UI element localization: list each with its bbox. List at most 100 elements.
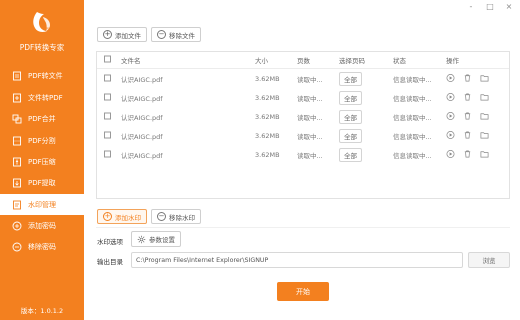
select-pages-button[interactable]: 全部 xyxy=(339,147,362,162)
row-checkbox[interactable] xyxy=(104,74,111,83)
add-password-icon xyxy=(12,221,22,231)
remove-file-button[interactable]: − 移除文件 xyxy=(151,27,201,42)
table-header: 文件名 大小 页数 选择页码 状态 操作 xyxy=(97,52,509,69)
version-label: 版本：1.0.1.2 xyxy=(20,307,64,315)
row-checkbox[interactable] xyxy=(104,93,111,102)
gear-icon xyxy=(137,235,146,244)
close-button[interactable]: × xyxy=(504,2,514,11)
sidebar-item-label: PDF压缩 xyxy=(28,157,56,166)
file-status: 信息读取中... xyxy=(393,132,432,141)
delete-icon[interactable] xyxy=(463,92,472,103)
header-size: 大小 xyxy=(255,57,268,65)
header-status: 状态 xyxy=(393,57,406,65)
table-row[interactable]: 认识AIGC.pdf 3.62MB 读取中... 全部 信息读取中... xyxy=(97,88,509,107)
play-icon[interactable] xyxy=(446,73,455,84)
minus-icon: − xyxy=(157,212,166,221)
folder-icon[interactable] xyxy=(480,92,489,103)
sidebar-item-pdf-merge[interactable]: PDF合并 xyxy=(0,108,84,129)
sidebar-item-file-to-pdf[interactable]: 文件转PDF xyxy=(0,87,84,108)
file-size: 3.62MB xyxy=(255,131,280,140)
file-size: 3.62MB xyxy=(255,93,280,102)
header-name: 文件名 xyxy=(121,57,141,65)
file-pages: 读取中... xyxy=(297,113,323,122)
select-pages-button[interactable]: 全部 xyxy=(339,71,362,86)
file-pages: 读取中... xyxy=(297,75,323,84)
sidebar-item-add-password[interactable]: 添加密码 xyxy=(0,215,84,236)
file-status: 信息读取中... xyxy=(393,75,432,84)
file-status: 信息读取中... xyxy=(393,151,432,160)
file-pages: 读取中... xyxy=(297,94,323,103)
table-row[interactable]: 认识AIGC.pdf 3.62MB 读取中... 全部 信息读取中... xyxy=(97,69,509,88)
settings-button[interactable]: 参数设置 xyxy=(131,231,181,247)
row-checkbox[interactable] xyxy=(104,112,111,121)
output-path-field[interactable]: C:\Program Files\Internet Explorer\SIGNU… xyxy=(131,252,463,268)
delete-icon[interactable] xyxy=(463,111,472,122)
file-name: 认识AIGC.pdf xyxy=(121,94,163,103)
settings-label: 参数设置 xyxy=(149,236,175,244)
maximize-button[interactable]: □ xyxy=(485,2,495,11)
sidebar-item-label: 移除密码 xyxy=(28,242,56,251)
plus-icon: + xyxy=(103,30,112,39)
sidebar-item-pdf-extract[interactable]: PDF提取 xyxy=(0,172,84,193)
sidebar-item-watermark[interactable]: 水印管理 xyxy=(0,194,84,215)
sidebar-item-label: PDF合并 xyxy=(28,114,56,123)
delete-icon[interactable] xyxy=(463,149,472,160)
logo-text: PDF xyxy=(46,27,53,31)
extract-icon xyxy=(12,178,22,188)
add-file-label: 添加文件 xyxy=(115,31,141,40)
remove-password-icon xyxy=(12,242,22,252)
file-status: 信息读取中... xyxy=(393,113,432,122)
play-icon[interactable] xyxy=(446,92,455,103)
sidebar-item-pdf-compress[interactable]: PDF压缩 xyxy=(0,151,84,172)
sidebar-item-label: PDF分割 xyxy=(28,136,56,145)
select-pages-button[interactable]: 全部 xyxy=(339,90,362,105)
table-row[interactable]: 认识AIGC.pdf 3.62MB 读取中... 全部 信息读取中... xyxy=(97,145,509,164)
sidebar-item-label: 水印管理 xyxy=(28,200,56,209)
sidebar-item-remove-password[interactable]: 移除密码 xyxy=(0,236,84,257)
file-size: 3.62MB xyxy=(255,74,280,83)
start-button[interactable]: 开始 xyxy=(277,282,329,301)
file-name: 认识AIGC.pdf xyxy=(121,151,163,160)
folder-icon[interactable] xyxy=(480,73,489,84)
file-pages: 读取中... xyxy=(297,132,323,141)
table-row[interactable]: 认识AIGC.pdf 3.62MB 读取中... 全部 信息读取中... xyxy=(97,126,509,145)
file-convert-icon xyxy=(12,71,22,81)
divider xyxy=(96,227,510,228)
split-icon xyxy=(12,136,22,146)
browse-button[interactable]: 浏览 xyxy=(468,252,510,268)
play-icon[interactable] xyxy=(446,111,455,122)
play-icon[interactable] xyxy=(446,149,455,160)
select-pages-button[interactable]: 全部 xyxy=(339,128,362,143)
row-checkbox[interactable] xyxy=(104,150,111,159)
folder-icon[interactable] xyxy=(480,149,489,160)
merge-icon xyxy=(12,114,22,124)
file-name: 认识AIGC.pdf xyxy=(121,113,163,122)
sidebar: PDF PDF转换专家 PDF转文件 文件转PDF PDF合并 PDF分割 PD… xyxy=(0,0,84,320)
minimize-button[interactable]: - xyxy=(466,2,476,11)
app-title: PDF转换专家 xyxy=(19,43,65,52)
folder-icon[interactable] xyxy=(480,130,489,141)
folder-icon[interactable] xyxy=(480,111,489,122)
add-watermark-label: 添加水印 xyxy=(115,213,141,222)
sidebar-item-label: 文件转PDF xyxy=(28,93,63,102)
select-all-checkbox[interactable] xyxy=(104,55,111,65)
file-name: 认识AIGC.pdf xyxy=(121,75,163,84)
delete-icon[interactable] xyxy=(463,73,472,84)
sidebar-item-label: PDF提取 xyxy=(28,178,56,187)
header-actions: 操作 xyxy=(446,57,459,65)
table-row[interactable]: 认识AIGC.pdf 3.62MB 读取中... 全部 信息读取中... xyxy=(97,107,509,126)
select-pages-button[interactable]: 全部 xyxy=(339,109,362,124)
remove-watermark-button[interactable]: − 移除水印 xyxy=(151,209,201,224)
output-dir-label: 输出目录 xyxy=(97,258,123,266)
add-file-button[interactable]: + 添加文件 xyxy=(97,27,147,42)
header-pages: 页数 xyxy=(297,57,310,65)
row-checkbox[interactable] xyxy=(104,131,111,140)
compress-icon xyxy=(12,157,22,167)
play-icon[interactable] xyxy=(446,130,455,141)
sidebar-item-pdf-to-file[interactable]: PDF转文件 xyxy=(0,65,84,86)
sidebar-item-label: 添加密码 xyxy=(28,221,56,230)
sidebar-item-pdf-split[interactable]: PDF分割 xyxy=(0,130,84,151)
delete-icon[interactable] xyxy=(463,130,472,141)
file-name: 认识AIGC.pdf xyxy=(121,132,163,141)
add-watermark-button[interactable]: + 添加水印 xyxy=(97,209,147,224)
